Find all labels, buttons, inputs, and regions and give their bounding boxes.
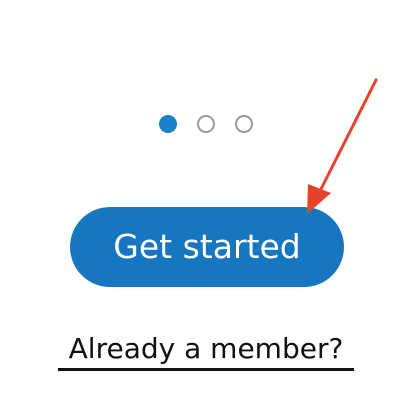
arrow-shaft bbox=[316, 78, 378, 197]
arrow-head bbox=[307, 184, 331, 214]
arrow-icon bbox=[307, 78, 378, 214]
